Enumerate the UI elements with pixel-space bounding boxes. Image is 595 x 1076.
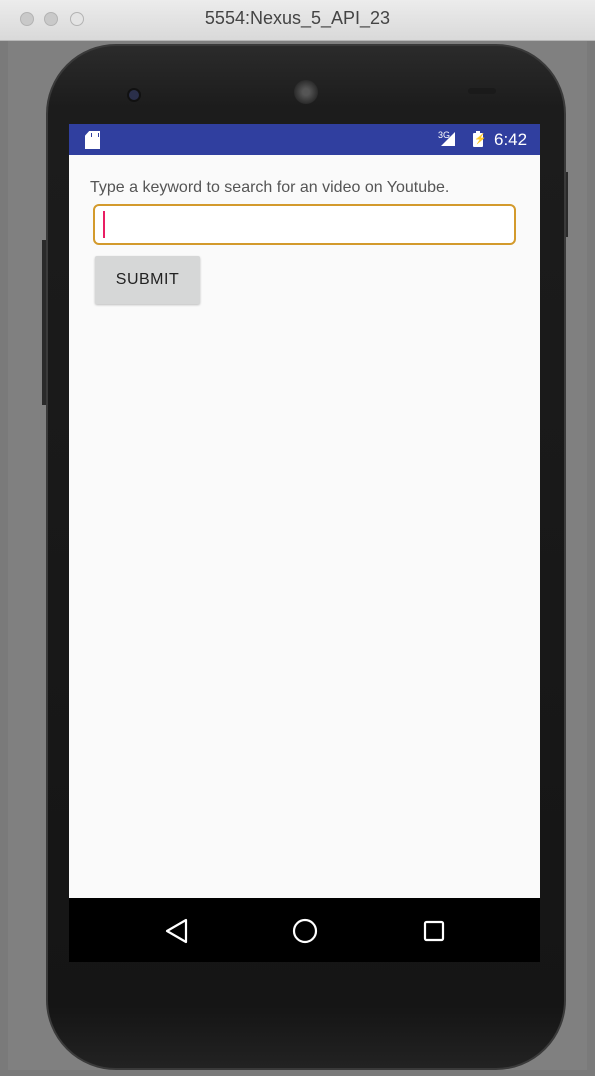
window-title: 5554:Nexus_5_API_23 — [204, 8, 391, 28]
submit-button[interactable]: SUBMIT — [95, 256, 200, 304]
sensor-icon — [468, 88, 496, 94]
home-circle-icon[interactable] — [288, 914, 322, 948]
search-input[interactable] — [93, 204, 516, 245]
speaker-icon — [294, 80, 318, 104]
status-time: 6:42 — [494, 130, 528, 149]
search-prompt-label: Type a keyword to search for an video on… — [90, 179, 450, 196]
text-cursor — [103, 211, 105, 238]
front-camera-icon — [127, 88, 141, 102]
battery-charging-icon — [473, 131, 486, 147]
navigation-bar — [69, 898, 540, 962]
recent-apps-square-icon[interactable] — [417, 914, 451, 948]
back-triangle-icon[interactable] — [160, 914, 194, 948]
window-titlebar: 5554:Nexus_5_API_23 — [0, 0, 595, 41]
network-type: 3G — [438, 130, 451, 140]
emulator-window: 5554:Nexus_5_API_23 3G 6:42 Type a keywo… — [0, 0, 595, 1076]
phone-screen: 3G 6:42 Type a keyword to search for an … — [69, 124, 540, 962]
status-bar: 3G 6:42 — [69, 124, 540, 155]
sd-card-icon — [85, 131, 100, 149]
